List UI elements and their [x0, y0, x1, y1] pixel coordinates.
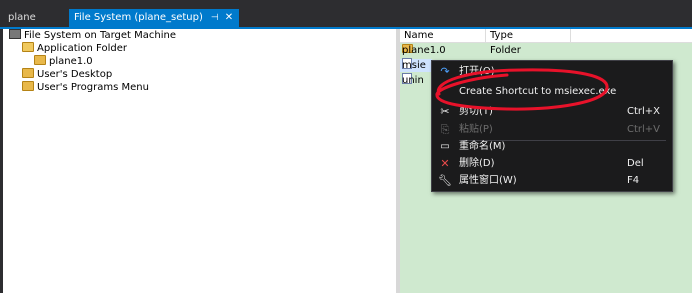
- file-system-tree[interactable]: File System on Target Machine Applicatio…: [3, 29, 397, 293]
- menu-item-label: 剪切(T): [459, 106, 493, 117]
- menu-item-label: 粘贴(P): [459, 124, 493, 135]
- menu-item-label: 打开(O): [459, 66, 495, 77]
- tab-label: plane: [8, 12, 36, 23]
- list-item-name: msie: [402, 60, 426, 71]
- close-icon[interactable]: ✕: [225, 12, 233, 23]
- list-item-name: unin: [402, 75, 424, 86]
- open-icon: ↷: [440, 65, 450, 78]
- context-menu: ↷ 打开(O) Create Shortcut to msiexec.exe ✂…: [431, 60, 673, 192]
- column-separator[interactable]: [485, 29, 486, 42]
- tab-plane[interactable]: plane: [2, 9, 42, 27]
- menu-item-label: 重命名(M): [459, 141, 506, 152]
- menu-item-shortcut: F4: [627, 175, 640, 186]
- open-folder-icon: [22, 42, 34, 52]
- menu-item-properties[interactable]: 🔧︎ 属性窗口(W) F4: [432, 173, 672, 189]
- menu-item-create-shortcut[interactable]: Create Shortcut to msiexec.exe: [432, 84, 672, 100]
- folder-icon: [34, 55, 46, 65]
- menu-item-cut[interactable]: ✂ 剪切(T) Ctrl+X: [432, 104, 672, 120]
- drive-icon: [9, 29, 21, 39]
- tree-node-label: User's Programs Menu: [37, 82, 149, 93]
- menu-item-open[interactable]: ↷ 打开(O): [432, 64, 672, 80]
- menu-item-shortcut: Del: [627, 158, 644, 169]
- menu-item-shortcut: Ctrl+X: [627, 106, 661, 117]
- wrench-icon: 🔧︎: [438, 174, 452, 187]
- menu-item-label: 删除(D): [459, 158, 495, 169]
- tree-node-label: User's Desktop: [37, 69, 113, 80]
- tree-node-application-folder[interactable]: Application Folder: [22, 42, 127, 55]
- document-tab-bar: plane File System (plane_setup) ⊣ ✕: [0, 0, 692, 27]
- folder-icon: [22, 81, 34, 91]
- scissors-icon: ✂: [440, 105, 450, 118]
- tree-node-root[interactable]: File System on Target Machine: [9, 29, 176, 42]
- tree-node-users-programs-menu[interactable]: User's Programs Menu: [22, 81, 149, 94]
- list-item[interactable]: unin: [400, 73, 432, 87]
- tab-file-system[interactable]: File System (plane_setup) ⊣ ✕: [69, 9, 240, 27]
- menu-item-label: 属性窗口(W): [459, 175, 517, 186]
- tree-node-label: Application Folder: [37, 43, 127, 54]
- menu-item-shortcut: Ctrl+V: [627, 124, 661, 135]
- rename-icon: ▭: [440, 141, 450, 152]
- menu-item-rename[interactable]: ▭ 重命名(M): [432, 139, 672, 155]
- pin-icon[interactable]: ⊣: [211, 13, 219, 23]
- menu-item-label: Create Shortcut to msiexec.exe: [459, 86, 617, 97]
- tree-node-label: File System on Target Machine: [24, 30, 176, 41]
- folder-icon: [22, 68, 34, 78]
- paste-icon: ⎘: [440, 123, 450, 136]
- list-item-name: plane1.0: [402, 45, 446, 56]
- tab-label: File System (plane_setup): [74, 12, 203, 23]
- tree-node-plane[interactable]: plane1.0: [34, 55, 93, 68]
- list-header: Name Type: [400, 29, 692, 43]
- column-separator[interactable]: [570, 29, 571, 42]
- column-header-type[interactable]: Type: [490, 29, 513, 42]
- menu-item-paste[interactable]: ⎘ 粘贴(P) Ctrl+V: [432, 122, 672, 138]
- menu-item-delete[interactable]: ✕ 删除(D) Del: [432, 156, 672, 172]
- list-item[interactable]: msie: [400, 58, 432, 72]
- column-header-name[interactable]: Name: [404, 29, 434, 42]
- list-item-type: Folder: [490, 45, 521, 56]
- tree-node-label: plane1.0: [49, 56, 93, 67]
- list-item[interactable]: plane1.0 Folder: [400, 44, 692, 57]
- delete-icon: ✕: [440, 157, 450, 170]
- tree-node-users-desktop[interactable]: User's Desktop: [22, 68, 112, 81]
